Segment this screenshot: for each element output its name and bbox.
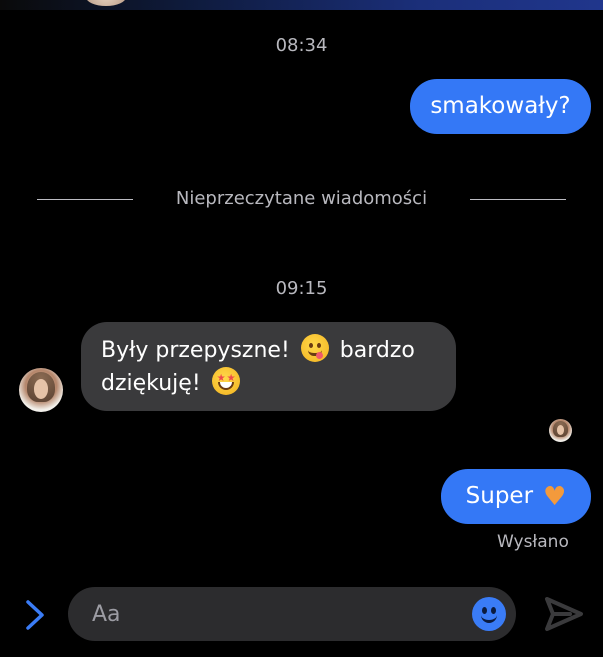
outgoing-message[interactable]: smakowały? <box>410 79 591 134</box>
message-text: bardzo <box>339 338 415 363</box>
timestamp-0915: 09:15 <box>275 278 328 299</box>
message-composer[interactable] <box>68 587 516 641</box>
sent-status: Wysłano <box>497 532 569 552</box>
orange-heart-icon: ♥ <box>543 481 567 512</box>
emoji-eye <box>316 343 321 348</box>
outgoing-message[interactable]: Super ♥ <box>441 469 591 524</box>
send-icon[interactable] <box>544 596 584 632</box>
incoming-message-line-1: Były przepyszne! bardzo <box>101 334 436 367</box>
emoji-mouth <box>481 615 497 623</box>
emoji-grin <box>217 382 234 390</box>
message-text: smakowały? <box>430 92 571 119</box>
contact-avatar[interactable] <box>19 368 63 412</box>
chat-screen: 08:34 smakowały? Nieprzeczytane wiadomoś… <box>0 0 603 657</box>
divider-line-right <box>470 199 566 200</box>
yum-emoji-icon <box>300 334 329 362</box>
avatar-face <box>33 379 49 399</box>
emoji-eye <box>308 343 313 348</box>
star-struck-emoji-icon: ★ ★ <box>211 367 240 395</box>
message-text: Super <box>465 482 534 509</box>
emoji-eye <box>482 607 487 614</box>
incoming-message-line-2: dziękuję! ★ ★ <box>101 367 436 400</box>
expand-actions-icon[interactable] <box>22 598 48 632</box>
emoji-tongue <box>315 352 323 359</box>
emoji-eye <box>491 607 496 614</box>
emoji-picker-icon[interactable] <box>472 597 506 631</box>
message-text: Były przepyszne! <box>101 338 290 363</box>
message-input[interactable] <box>90 600 454 628</box>
read-receipt-avatar <box>549 419 572 442</box>
timestamp-0834: 08:34 <box>275 35 328 56</box>
message-text: dziękuję! <box>101 371 201 396</box>
incoming-message[interactable]: Były przepyszne! bardzo dziękuję! ★ ★ <box>81 322 456 411</box>
